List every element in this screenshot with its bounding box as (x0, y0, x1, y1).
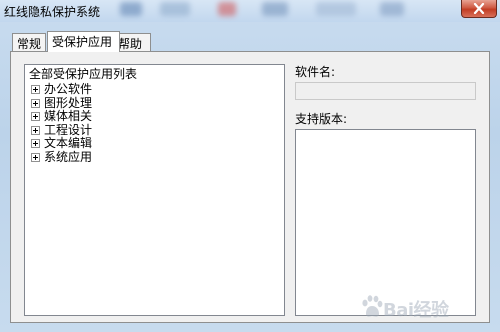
tree-item-system[interactable]: 系统应用 (31, 150, 92, 164)
expand-plus-icon[interactable] (31, 152, 40, 162)
tree-item-engineering[interactable]: 工程设计 (31, 123, 92, 137)
expand-plus-icon[interactable] (31, 125, 40, 135)
tree-root-item[interactable]: 全部受保护应用列表 (29, 67, 137, 81)
tab-strip: 常规 受保护应用 帮助 (10, 31, 490, 52)
tree-item-text-editing[interactable]: 文本编辑 (31, 136, 92, 150)
software-name-field[interactable] (295, 82, 476, 100)
tab-general[interactable]: 常规 (12, 33, 46, 51)
tree-item-media[interactable]: 媒体相关 (31, 109, 92, 123)
tree-item-graphics[interactable]: 图形处理 (31, 96, 92, 110)
expand-plus-icon[interactable] (31, 98, 40, 108)
baidu-paw-logo (362, 295, 383, 317)
tab-protected-apps[interactable]: 受保护应用 (47, 31, 120, 52)
supported-versions-list[interactable] (295, 129, 476, 316)
blurred-toolbar-icon (316, 2, 356, 16)
app-window: 红线隐私保护系统 常规 受保护应用 帮助 全部受保护应用列表 办公软件 图形处理 (0, 0, 500, 332)
blurred-toolbar-icon (218, 2, 236, 16)
tree-item-label: 系统应用 (44, 150, 93, 164)
title-bar[interactable]: 红线隐私保护系统 (0, 0, 500, 22)
tree-item-office[interactable]: 办公软件 (31, 82, 92, 96)
expand-plus-icon[interactable] (31, 138, 40, 148)
tree-item-label: 图形处理 (44, 96, 93, 110)
close-icon (473, 3, 485, 14)
expand-plus-icon[interactable] (31, 84, 40, 94)
window-title: 红线隐私保护系统 (4, 5, 101, 19)
protected-app-tree[interactable]: 全部受保护应用列表 办公软件 图形处理 媒体相关 工程设计 文本编辑 系统应用 (24, 64, 285, 316)
supported-versions-label: 支持版本: (295, 112, 348, 126)
software-name-label: 软件名: (295, 65, 336, 79)
blurred-toolbar-icon (120, 2, 142, 16)
blurred-toolbar-icon (262, 2, 288, 16)
blurred-toolbar-icon (380, 2, 404, 16)
tree-item-label: 办公软件 (44, 82, 93, 96)
tree-item-label: 工程设计 (44, 123, 93, 137)
tree-item-label: 媒体相关 (44, 109, 93, 123)
watermark-text: Bai经验 (383, 300, 449, 321)
close-button[interactable] (461, 0, 497, 18)
tab-panel: 全部受保护应用列表 办公软件 图形处理 媒体相关 工程设计 文本编辑 系统应用 … (10, 51, 490, 323)
blurred-toolbar-icon (160, 2, 190, 16)
tree-item-label: 文本编辑 (44, 136, 93, 150)
expand-plus-icon[interactable] (31, 111, 40, 121)
watermark: Bai经验 (361, 291, 491, 325)
